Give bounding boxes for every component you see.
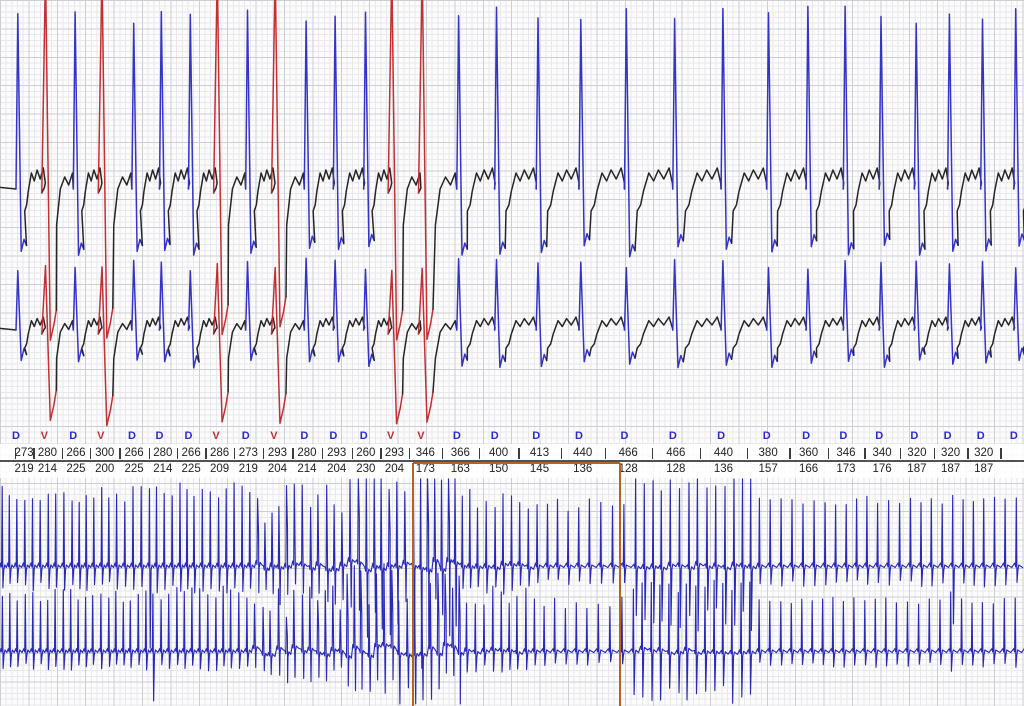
detail-lead-1-trace [313, 168, 334, 242]
detail-lead-2-trace [168, 317, 189, 356]
detail-lead-1-trace [342, 168, 364, 244]
detail-lead-1-trace [854, 168, 880, 249]
detail-lead-2-trace [732, 317, 767, 359]
detail-lead-2-trace [433, 321, 457, 392]
detail-lead-1-trace [843, 6, 854, 255]
detail-lead-2-trace [228, 321, 246, 392]
detail-lead-2-trace [990, 317, 1014, 357]
detail-lead-2-trace [981, 262, 992, 363]
detail-lead-1-trace [817, 168, 844, 241]
detail-lead-2-trace [817, 317, 844, 357]
detail-lead-2-trace [246, 262, 257, 361]
detail-lead-1-trace [889, 168, 915, 239]
detail-lead-2-trace [683, 317, 721, 362]
detail-lead-1-trace [457, 16, 468, 255]
detail-lead-1-trace [286, 173, 304, 297]
detail-lead-2-trace [505, 317, 536, 361]
detail-lead-1-trace [536, 18, 547, 253]
detail-lead-2-trace [767, 268, 778, 368]
detail-lead-2-trace [579, 262, 590, 362]
detail-lead-1-trace [767, 13, 778, 252]
detail-lead-1-trace [579, 20, 590, 246]
detail-lead-1-trace [625, 9, 636, 257]
detail-lead-1-trace [0, 175, 16, 189]
detail-lead-1-trace [721, 9, 732, 250]
detail-lead-1-trace [924, 168, 948, 249]
detail-lead-2-trace [286, 321, 304, 394]
detail-lead-2-trace [948, 264, 959, 364]
detail-lead-2-trace [333, 260, 344, 362]
detail-lead-2-trace [547, 317, 579, 360]
detail-lead-2-trace [536, 263, 547, 367]
detail-lead-2-trace [313, 317, 334, 356]
detail-lead-2-trace [889, 317, 915, 361]
detail-lead-1-trace [228, 173, 246, 305]
detail-lead-2-trace [854, 317, 880, 355]
detail-lead-2-trace [132, 260, 143, 360]
detail-lead-1-trace [56, 173, 73, 310]
detail-lead-1-trace [547, 168, 579, 247]
detail-lead-2-trace [590, 317, 625, 356]
detail-lead-1-trace [433, 173, 457, 309]
detail-lead-1-trace [590, 168, 625, 240]
detail-lead-2-trace [457, 259, 468, 366]
detail-lead-1-trace [673, 19, 684, 247]
detail-lead-1-trace [113, 173, 132, 308]
detail-lead-2-trace [1014, 268, 1024, 361]
detail-lead-1-trace [879, 17, 890, 246]
detail-lead-2-trace [625, 268, 636, 365]
detail-lead-1-trace [1014, 9, 1024, 246]
detail-lead-1-trace [981, 19, 992, 251]
detail-lead-2-trace [721, 261, 732, 366]
detail-lead-2-trace [635, 317, 673, 358]
detail-lead-2-trace [113, 321, 132, 396]
detail-lead-1-trace [635, 168, 673, 251]
detail-lead-2-trace [495, 260, 506, 368]
detail-lead-1-trace [495, 7, 506, 254]
detail-lead-2-trace [957, 317, 981, 358]
detail-lead-2-trace [673, 260, 684, 368]
detail-lead-2-trace [879, 263, 890, 368]
detail-lead-1-trace [914, 23, 925, 255]
detail-lead-1-trace [777, 168, 806, 246]
detail-lead-2-trace [140, 317, 160, 354]
detail-lead-2-trace [342, 317, 364, 356]
detail-lead-1-trace [467, 168, 495, 249]
detail-lead-2-trace [914, 261, 925, 360]
detail-lead-2-trace [924, 317, 948, 354]
detail-lead-2-trace [467, 317, 495, 360]
ecg-canvas[interactable] [0, 0, 1024, 706]
detail-lead-1-trace [683, 168, 721, 241]
detail-lead-2-trace [272, 268, 287, 424]
detail-lead-1-trace [732, 168, 767, 243]
detail-lead-1-trace [168, 168, 189, 244]
detail-lead-2-trace [56, 321, 73, 391]
detail-lead-1-trace [948, 14, 959, 251]
detail-lead-1-trace [957, 168, 981, 245]
detail-lead-2-trace [843, 261, 854, 362]
detail-lead-1-trace [806, 6, 817, 246]
detail-lead-1-trace [272, 0, 287, 327]
detail-lead-1-trace [505, 168, 536, 248]
detail-lead-1-trace [990, 168, 1014, 245]
detail-lead-2-trace [806, 269, 817, 363]
ecg-viewer: DVDVDDDVDVDDDVVDDDDDDDDDDDDDDD2732192802… [0, 0, 1024, 706]
detail-lead-2-trace [0, 316, 16, 330]
detail-lead-1-trace [140, 168, 160, 245]
detail-lead-2-trace [777, 317, 806, 361]
